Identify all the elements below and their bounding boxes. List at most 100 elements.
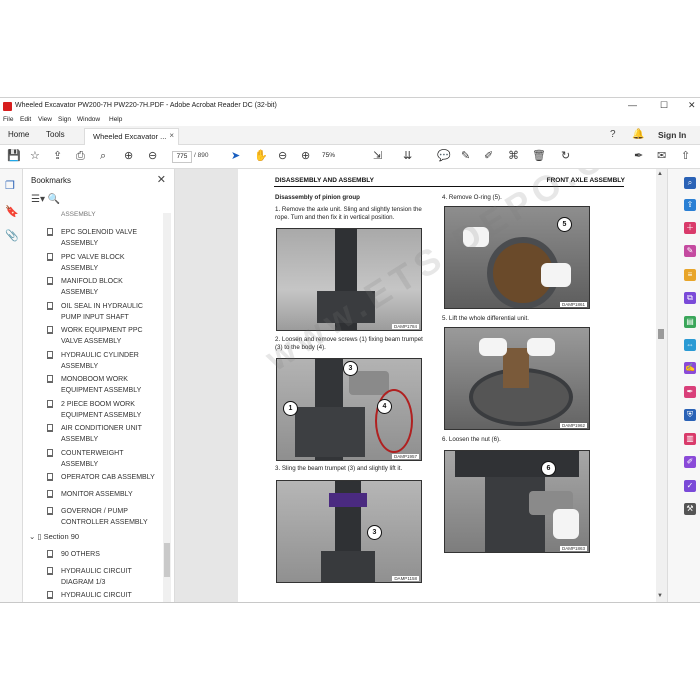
photo-caption: DAMP1957 [391, 454, 419, 459]
page-down-icon[interactable]: ⊖ [148, 150, 157, 162]
bookmarks-panel-icon[interactable]: 🔖 [5, 205, 19, 218]
upload-icon[interactable]: ⇪ [53, 150, 62, 162]
toolbar: 💾 ☆ ⇪ ⎙ ⌕ ⊕ ⊖ 775 / 890 ➤ ✋ ⊖ ⊕ 75% ⇲ ⇊ … [0, 145, 700, 169]
scroll-up-arrow-icon[interactable]: ▲ [657, 171, 663, 177]
redact-icon[interactable]: ▥ [684, 433, 696, 445]
menu-view[interactable]: View [38, 116, 52, 123]
zoom-out-icon[interactable]: ⊖ [278, 150, 287, 162]
close-tab-icon[interactable]: × [169, 131, 174, 140]
save-icon[interactable]: 💾 [7, 150, 21, 162]
scroll-mode-icon[interactable]: ⇊ [403, 150, 412, 162]
share-icon[interactable]: ⇧ [681, 150, 690, 162]
highlight-pen-icon[interactable]: ✎ [461, 150, 470, 162]
step-1-text: 1. Remove the axle unit. Sling and sligh… [275, 206, 422, 221]
bookmark-item[interactable]: AIR CONDITIONER UNIT ASSEMBLY [47, 423, 159, 445]
zoom-in-icon[interactable]: ⊕ [301, 150, 310, 162]
bookmark-item[interactable]: EPC SOLENOID VALVE ASSEMBLY [47, 227, 159, 249]
delete-icon[interactable]: 🗑 [532, 150, 546, 162]
tab-tools[interactable]: Tools [46, 130, 65, 139]
close-panel-icon[interactable]: ✕ [157, 173, 166, 186]
bookmark-item[interactable]: MANIFOLD BLOCK ASSEMBLY [47, 276, 159, 298]
prepare-form-icon[interactable]: ✐ [684, 456, 696, 468]
section-label: Section 90 [43, 532, 80, 541]
bookmark-options-icon[interactable]: ☰▾ 🔍 [31, 194, 60, 205]
bookmarks-scroll-thumb[interactable] [164, 543, 170, 577]
bookmark-item[interactable]: PPC VALVE BLOCK ASSEMBLY [47, 252, 159, 274]
compress-icon[interactable]: ⇔ [684, 339, 696, 351]
rotate-icon[interactable]: ↻ [561, 150, 570, 162]
tab-document[interactable]: Wheeled Excavator ... × [84, 128, 179, 145]
menu-file[interactable]: File [3, 116, 13, 123]
combine-files-icon[interactable]: ⧉ [684, 292, 696, 304]
bookmark-item[interactable]: 2 PIECE BOOM WORK EQUIPMENT ASSEMBLY [47, 399, 159, 421]
bookmark-partial[interactable]: ASSEMBLY [47, 209, 159, 220]
menu-sign[interactable]: Sign [58, 116, 71, 123]
callout-5: 5 [557, 217, 572, 232]
page-up-icon[interactable]: ⊕ [124, 150, 133, 162]
export-pdf-icon[interactable]: ⇪ [684, 199, 696, 211]
help-icon[interactable]: ? [610, 129, 616, 140]
pen-icon[interactable]: ✒ [634, 150, 643, 162]
sign-tool-icon[interactable]: ✓ [684, 480, 696, 492]
select-cursor-icon[interactable]: ➤ [231, 150, 240, 162]
left-navigation-rail: ❐ 🔖 📎 [0, 169, 23, 602]
fill-sign-icon[interactable]: ✒ [684, 386, 696, 398]
sign-in-button[interactable]: Sign In [658, 130, 686, 140]
more-tools-icon[interactable]: ⚒ [684, 503, 696, 515]
hand-tool-icon[interactable]: ✋ [254, 150, 268, 162]
fit-page-icon[interactable]: ⇲ [373, 150, 382, 162]
zoom-level-dropdown[interactable]: 75% [322, 151, 350, 161]
maximize-button[interactable]: ☐ [660, 100, 668, 111]
print-icon[interactable]: ⎙ [76, 150, 85, 162]
zoom-tool-icon[interactable]: ⌕ [684, 177, 696, 189]
menu-edit[interactable]: Edit [20, 116, 31, 123]
bookmark-item[interactable]: HYDRAULIC CIRCUIT DIAGRAM 1/3 [47, 566, 159, 588]
bookmark-star-icon[interactable]: ☆ [30, 150, 40, 162]
bookmark-item[interactable]: HYDRAULIC CYLINDER ASSEMBLY [47, 350, 159, 372]
acrobat-app-icon [3, 102, 12, 111]
close-window-button[interactable]: ✕ [688, 100, 696, 111]
bookmark-item[interactable]: MONOBOOM WORK EQUIPMENT ASSEMBLY [47, 374, 159, 396]
comment-icon[interactable]: 💬 [437, 150, 451, 162]
tab-home[interactable]: Home [8, 130, 29, 139]
bookmark-item[interactable]: OIL SEAL IN HYDRAULIC PUMP INPUT SHAFT [47, 301, 159, 323]
step-6-text: 6. Loosen the nut (6). [442, 436, 501, 443]
photo-nut-loosen: 6 DAMP1863 [444, 450, 590, 553]
attachments-icon[interactable]: 📎 [5, 229, 19, 242]
search-icon[interactable]: ⌕ [100, 150, 106, 162]
stamp-icon[interactable]: ⌘ [508, 150, 519, 162]
comment-tool-icon[interactable]: ≡ [684, 269, 696, 281]
callout-3: 3 [367, 525, 382, 540]
bookmark-item[interactable]: 90 OTHERS [47, 549, 159, 560]
document-scroll-thumb[interactable] [658, 329, 664, 339]
right-tools-rail: ⌕ ⇪ ＋ ✎ ≡ ⧉ ▤ ⇔ ✍ ✒ ⛨ ▥ ✐ ✓ ⚒ [667, 169, 700, 602]
photo-caption: DAMP1863 [559, 546, 587, 551]
notification-bell-icon[interactable]: 🔔 [632, 129, 644, 140]
bookmark-item[interactable]: HYDRAULIC CIRCUIT [47, 590, 159, 601]
bookmark-item[interactable]: COUNTERWEIGHT ASSEMBLY [47, 448, 159, 470]
step-3-text: 3. Sling the beam trumpet (3) and slight… [275, 465, 403, 472]
bookmark-section[interactable]: ⌄ ▯ Section 90 [29, 532, 79, 541]
pages-icon[interactable]: ❐ [5, 179, 15, 192]
bookmarks-scrollbar[interactable] [163, 213, 171, 602]
edit-pdf-icon[interactable]: ✎ [684, 245, 696, 257]
request-esign-icon[interactable]: ✍ [684, 362, 696, 374]
tab-document-label: Wheeled Excavator ... [93, 132, 167, 141]
scroll-down-arrow-icon[interactable]: ▼ [657, 593, 663, 599]
menu-help[interactable]: Help [109, 116, 122, 123]
create-pdf-icon[interactable]: ＋ [684, 222, 696, 234]
minimize-button[interactable]: — [628, 100, 637, 110]
draw-icon[interactable]: ✐ [484, 150, 493, 162]
bookmark-item[interactable]: MONITOR ASSEMBLY [47, 489, 159, 500]
bookmark-item[interactable]: GOVERNOR / PUMP CONTROLLER ASSEMBLY [47, 506, 159, 528]
mail-icon[interactable]: ✉ [657, 150, 666, 162]
bookmark-item[interactable]: OPERATOR CAB ASSEMBLY [47, 472, 159, 483]
menu-window[interactable]: Window [77, 116, 100, 123]
page-number-input[interactable]: 775 [172, 151, 192, 163]
bookmark-item[interactable]: WORK EQUIPMENT PPC VALVE ASSEMBLY [47, 325, 159, 347]
step-5-text: 5. Lift the whole differential unit. [442, 315, 529, 322]
protect-icon[interactable]: ⛨ [684, 409, 696, 421]
document-scrollbar[interactable]: ▲ ▼ [656, 169, 666, 602]
organize-pages-icon[interactable]: ▤ [684, 316, 696, 328]
document-viewport[interactable]: DISASSEMBLY AND ASSEMBLY FRONT AXLE ASSE… [175, 169, 656, 602]
